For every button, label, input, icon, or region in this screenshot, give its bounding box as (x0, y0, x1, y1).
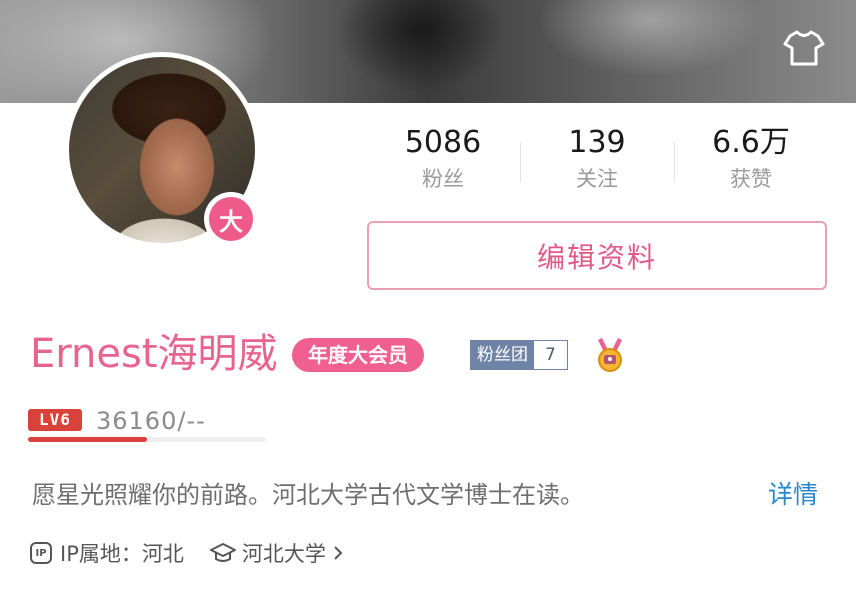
avatar-badge-text: 大 (209, 197, 253, 241)
stat-likes-value: 6.6万 (712, 125, 790, 160)
stat-following-label: 关注 (576, 167, 618, 191)
stat-divider (674, 142, 675, 182)
fan-club-badge[interactable]: 粉丝团 7 (470, 340, 568, 370)
t-shirt-icon[interactable] (782, 26, 826, 70)
stat-followers-value: 5086 (404, 125, 482, 160)
stat-following-value: 139 (568, 125, 626, 160)
stat-likes[interactable]: 6.6万 获赞 (674, 122, 828, 202)
school-link[interactable]: 河北大学 (209, 538, 344, 568)
experience-bar-fill (28, 437, 147, 442)
experience-bar (28, 437, 266, 442)
stat-divider (520, 142, 521, 182)
profile-bio: 愿星光照耀你的前路。河北大学古代文学博士在读。 (32, 481, 584, 509)
stat-likes-label: 获赞 (730, 167, 772, 191)
stat-following[interactable]: 139 关注 (520, 122, 674, 202)
edit-profile-button[interactable]: 编辑资料 (367, 221, 827, 290)
profile-meta-row: IP IP属地：河北 河北大学 (30, 538, 344, 568)
ip-location: IP属地：河北 (60, 542, 184, 566)
profile-name: Ernest海明威 (30, 331, 278, 377)
vip-badge[interactable]: 年度大会员 (292, 338, 424, 372)
fan-club-label: 粉丝团 (471, 341, 534, 369)
stat-followers-label: 粉丝 (422, 167, 464, 191)
chevron-right-icon (334, 546, 343, 560)
details-link[interactable]: 详情 (768, 478, 818, 512)
avatar-badge: 大 (204, 192, 258, 246)
stat-followers[interactable]: 5086 粉丝 (366, 122, 520, 202)
medal-icon[interactable] (593, 336, 627, 374)
experience-text: 36160/-- (96, 407, 206, 435)
graduation-cap-icon (209, 543, 236, 562)
stats-row: 5086 粉丝 139 关注 6.6万 获赞 (366, 122, 828, 202)
level-badge: LV6 (28, 409, 82, 431)
ip-icon: IP (30, 542, 52, 564)
school-name: 河北大学 (241, 542, 326, 566)
fan-club-count: 7 (534, 341, 567, 369)
